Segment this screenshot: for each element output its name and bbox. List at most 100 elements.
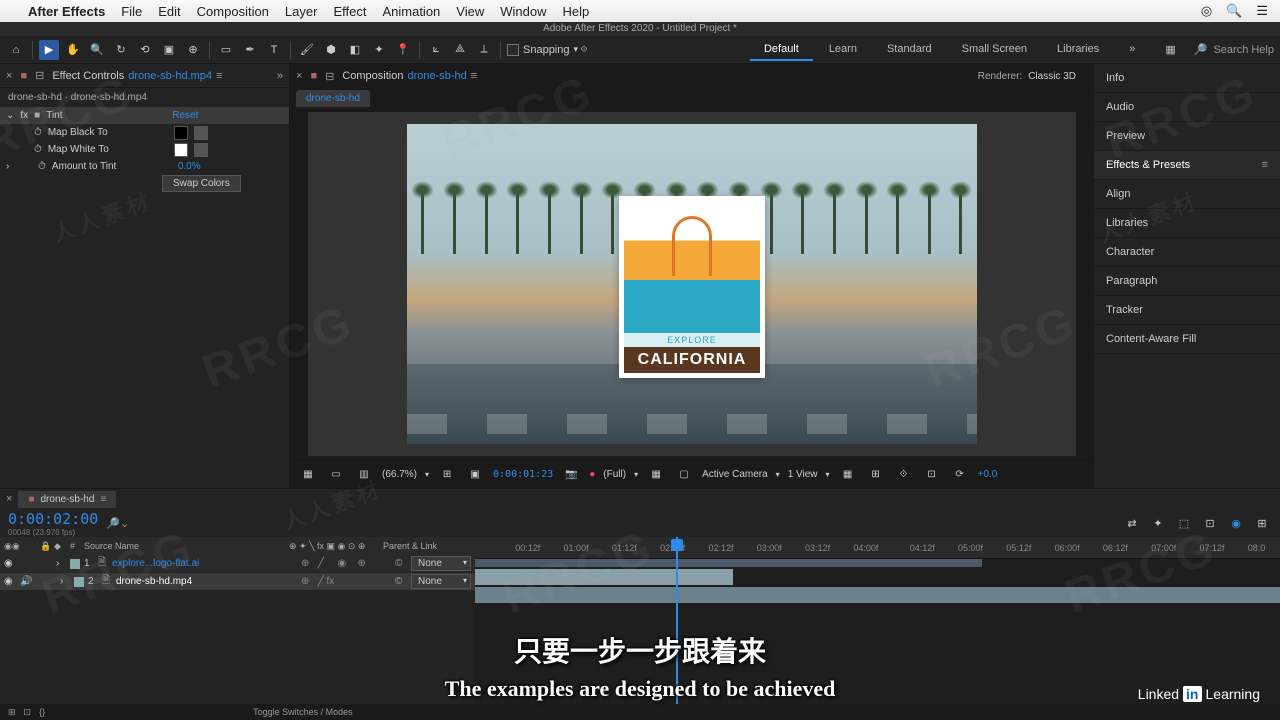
- type-tool-icon[interactable]: T: [264, 40, 284, 60]
- active-camera[interactable]: Active Camera: [702, 469, 768, 480]
- zoom-level[interactable]: (66.7%): [382, 469, 417, 480]
- layer-color-icon[interactable]: [70, 559, 80, 569]
- exposure-value[interactable]: +0.0: [978, 469, 998, 480]
- view-icon[interactable]: ▭: [326, 465, 346, 485]
- white-swatch[interactable]: [174, 143, 188, 157]
- roi-icon[interactable]: ▢: [674, 465, 694, 485]
- status-icon[interactable]: ⊡: [24, 707, 32, 718]
- panel-info[interactable]: Info: [1094, 64, 1280, 93]
- local-axis-icon[interactable]: ⟀: [426, 40, 446, 60]
- anchor-tool-icon[interactable]: ⊕: [183, 40, 203, 60]
- layer-bar-2[interactable]: [475, 587, 1280, 603]
- camera-tool-icon[interactable]: ▣: [159, 40, 179, 60]
- expand-icon[interactable]: ›: [6, 161, 18, 172]
- puppet-tool-icon[interactable]: 📍: [393, 40, 413, 60]
- composition-name-tab[interactable]: drone-sb-hd: [296, 90, 370, 107]
- panel-libraries[interactable]: Libraries: [1094, 209, 1280, 238]
- menu-effect[interactable]: Effect: [333, 4, 366, 19]
- viewer-time[interactable]: 0:00:01:23: [493, 469, 553, 480]
- menu-icon[interactable]: ☰: [1256, 3, 1268, 19]
- menu-view[interactable]: View: [456, 4, 484, 19]
- spotlight-icon[interactable]: 🔍: [1226, 3, 1242, 19]
- panel-content-aware[interactable]: Content-Aware Fill: [1094, 325, 1280, 354]
- workspace-libraries[interactable]: Libraries: [1043, 39, 1113, 61]
- stopwatch-icon[interactable]: ⏱: [38, 161, 46, 172]
- time-ruler[interactable]: 00:12f 01:00f 01:12f 02:00f 02:12f 03:00…: [475, 537, 1280, 559]
- menu-window[interactable]: Window: [500, 4, 546, 19]
- layer-row-2[interactable]: ◉ 🔊 › 2 🗎 drone-sb-hd.mp4 ⊕ ╱ fx © None: [0, 573, 475, 591]
- menu-composition[interactable]: Composition: [197, 4, 269, 19]
- timeline-tab[interactable]: ■ drone-sb-hd ≡: [18, 491, 116, 508]
- tl-icon[interactable]: ⊞: [1252, 513, 1272, 533]
- workspace-small-screen[interactable]: Small Screen: [948, 39, 1041, 61]
- tab-composition[interactable]: Composition drone-sb-hd ≡: [342, 70, 477, 82]
- menu-animation[interactable]: Animation: [382, 4, 440, 19]
- eraser-tool-icon[interactable]: ◧: [345, 40, 365, 60]
- menu-file[interactable]: File: [121, 4, 142, 19]
- clone-tool-icon[interactable]: ⬢: [321, 40, 341, 60]
- eye-icon[interactable]: ◉: [4, 576, 16, 587]
- resolution[interactable]: (Full): [603, 469, 626, 480]
- checkbox-icon[interactable]: [507, 44, 519, 56]
- eye-icon[interactable]: ◉: [4, 558, 16, 569]
- pen-tool-icon[interactable]: ✒: [240, 40, 260, 60]
- view-icon[interactable]: ⊞: [437, 465, 457, 485]
- view-count[interactable]: 1 View: [788, 469, 818, 480]
- menu-help[interactable]: Help: [562, 4, 589, 19]
- panel-paragraph[interactable]: Paragraph: [1094, 267, 1280, 296]
- stopwatch-icon[interactable]: ⏱: [34, 127, 42, 138]
- app-menu[interactable]: After Effects: [28, 4, 105, 19]
- eyedropper-icon[interactable]: [194, 126, 208, 140]
- search-help[interactable]: 🔎 Search Help: [1194, 43, 1274, 56]
- cc-icon[interactable]: ◎: [1201, 3, 1212, 19]
- workspace-learn[interactable]: Learn: [815, 39, 871, 61]
- workspace-standard[interactable]: Standard: [873, 39, 946, 61]
- view-icon[interactable]: ⊞: [866, 465, 886, 485]
- tab-effect-controls[interactable]: Effect Controls drone-sb-hd.mp4 ≡: [52, 70, 222, 82]
- layer-color-icon[interactable]: [74, 577, 84, 587]
- tl-icon[interactable]: ⊡: [1200, 513, 1220, 533]
- tl-icon[interactable]: ⇄: [1122, 513, 1142, 533]
- panel-align[interactable]: Align: [1094, 180, 1280, 209]
- view-icon[interactable]: ⊡: [922, 465, 942, 485]
- layer-bar-1[interactable]: [475, 569, 733, 585]
- reset-button[interactable]: Reset: [172, 110, 198, 121]
- tl-icon[interactable]: ◉: [1226, 513, 1246, 533]
- orbit-tool-icon[interactable]: ↻: [111, 40, 131, 60]
- zoom-tool-icon[interactable]: 🔍: [87, 40, 107, 60]
- workspace-more-icon[interactable]: »: [1115, 39, 1149, 61]
- panel-preview[interactable]: Preview: [1094, 122, 1280, 151]
- logo-overlay[interactable]: EXPLORE CALIFORNIA: [619, 196, 765, 378]
- panel-audio[interactable]: Audio: [1094, 93, 1280, 122]
- snapping-toggle[interactable]: Snapping ▾ ⟐: [507, 44, 588, 56]
- composition-viewer[interactable]: EXPLORE CALIFORNIA: [308, 112, 1076, 456]
- close-tab-icon[interactable]: ×: [6, 493, 12, 505]
- amount-value[interactable]: 0.0%: [178, 161, 201, 172]
- effect-tint-name[interactable]: Tint: [46, 110, 166, 121]
- panel-character[interactable]: Character: [1094, 238, 1280, 267]
- fx-toggle-icon[interactable]: fx: [20, 110, 28, 121]
- rectangle-tool-icon[interactable]: ▭: [216, 40, 236, 60]
- world-axis-icon[interactable]: ⟁: [450, 40, 470, 60]
- view-icon[interactable]: ▦: [298, 465, 318, 485]
- channel-icon[interactable]: ●: [589, 469, 595, 480]
- view-axis-icon[interactable]: ⟂: [474, 40, 494, 60]
- roto-tool-icon[interactable]: ✦: [369, 40, 389, 60]
- parent-dropdown[interactable]: None: [411, 574, 471, 589]
- status-icon[interactable]: ⊞: [8, 707, 16, 718]
- snapshot-icon[interactable]: 📷: [561, 465, 581, 485]
- renderer-value[interactable]: Classic 3D: [1028, 71, 1076, 82]
- toggle-switches-button[interactable]: Toggle Switches / Modes: [253, 707, 353, 717]
- workspace-edit-icon[interactable]: ▦: [1151, 39, 1189, 61]
- stopwatch-icon[interactable]: ⏱: [34, 144, 42, 155]
- home-icon[interactable]: ⌂: [6, 40, 26, 60]
- lock-icon[interactable]: ⊟: [35, 69, 44, 82]
- parent-dropdown[interactable]: None: [411, 556, 471, 571]
- timecode[interactable]: 0:00:02:00: [8, 510, 98, 528]
- lock-icon[interactable]: ⊟: [325, 70, 334, 83]
- tl-icon[interactable]: ✦: [1148, 513, 1168, 533]
- collapse-icon[interactable]: ⌄: [6, 110, 14, 121]
- search-timeline-icon[interactable]: 🔎⌄: [106, 517, 129, 530]
- close-tab-icon[interactable]: ×: [296, 70, 302, 82]
- eyedropper-icon[interactable]: [194, 143, 208, 157]
